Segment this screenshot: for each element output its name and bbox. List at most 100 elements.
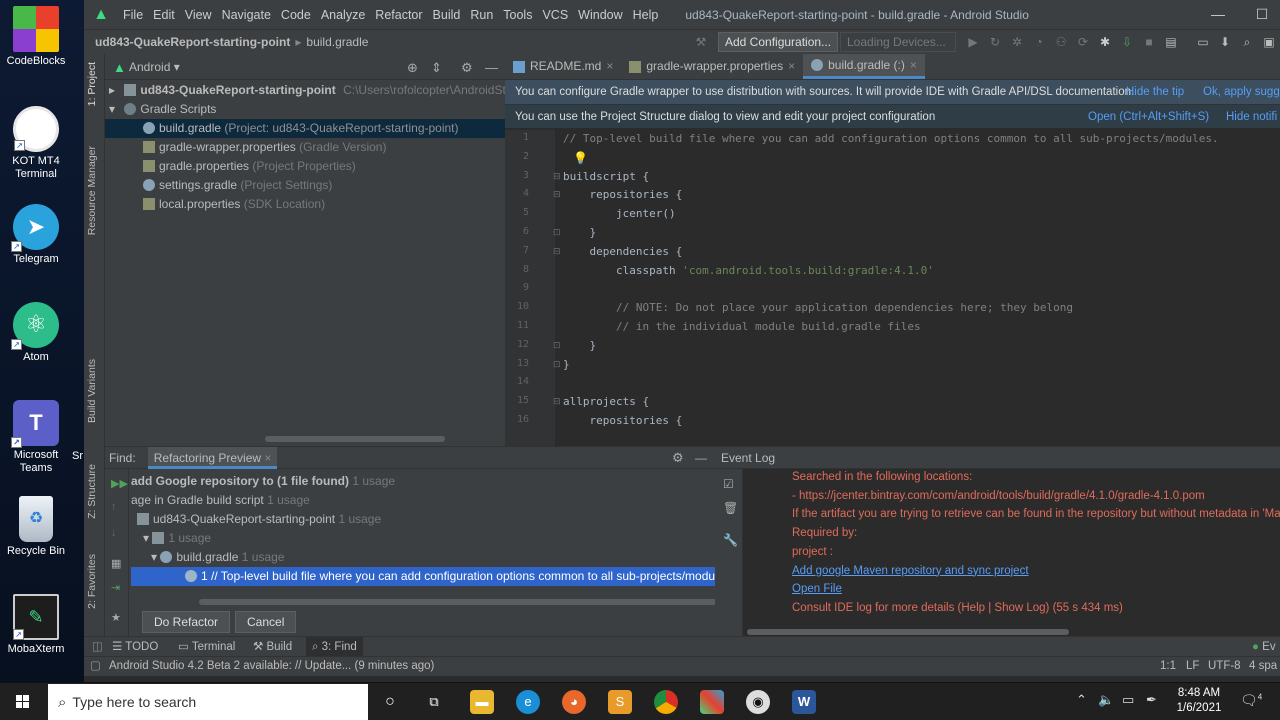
desktop-icon-mobaxterm[interactable]: ✎ ↗ MobaXterm <box>0 594 72 656</box>
lightbulb-icon[interactable]: 💡 <box>573 151 588 165</box>
find-result-file[interactable]: ▾ build.gradle 1 usage <box>151 548 284 567</box>
file-explorer-icon[interactable]: ▬ <box>470 690 494 714</box>
menu-help[interactable]: Help <box>628 8 664 22</box>
menu-tools[interactable]: Tools <box>498 8 537 22</box>
menu-run[interactable]: Run <box>465 8 498 22</box>
tree-item-gradle-scripts[interactable]: ▾ Gradle Scripts <box>105 100 505 119</box>
code-line[interactable]: jcenter() <box>563 207 676 220</box>
close-icon[interactable]: × <box>910 54 917 76</box>
debug-icon[interactable]: ✲ <box>1010 35 1024 49</box>
tool-build[interactable]: ⚒ Build <box>253 637 292 657</box>
debug-bug-icon[interactable]: ✱ <box>1098 35 1112 49</box>
tab-gradle-wrapper[interactable]: gradle-wrapper.properties × <box>621 54 803 79</box>
fold-marker-icon[interactable]: ⊟ <box>553 246 563 257</box>
gear-icon[interactable]: ⚙ <box>461 60 473 76</box>
menu-code[interactable]: Code <box>276 8 316 22</box>
desktop-icon-teams[interactable]: T ↗ Microsoft Teams <box>0 400 72 475</box>
close-icon[interactable]: × <box>788 54 795 79</box>
tree-item-gradle-properties[interactable]: gradle.properties (Project Properties) <box>105 157 505 176</box>
event-log-link[interactable]: Open File <box>792 583 842 595</box>
find-result-module[interactable]: ud843-QuakeReport-starting-point 1 usage <box>137 510 381 529</box>
previous-occurrence-icon[interactable]: ↑ <box>111 501 117 513</box>
gear-icon[interactable]: ⚙ <box>672 450 684 466</box>
pen-icon[interactable]: ✒ <box>1146 692 1157 708</box>
chevron-up-icon[interactable]: ⌃ <box>1076 692 1087 708</box>
trash-icon[interactable]: 🗑 <box>723 501 738 515</box>
fold-marker-icon[interactable]: ⊡ <box>553 359 563 370</box>
rerun-icon[interactable]: ↻ <box>988 35 1002 49</box>
rerun-icon[interactable]: ▶▶ <box>111 477 128 490</box>
edge-icon[interactable]: e <box>516 690 540 714</box>
menu-file[interactable]: File <box>118 8 148 22</box>
add-configuration-button[interactable]: Add Configuration... <box>718 32 839 52</box>
desktop-icon-kot-mt4[interactable]: ↗ KOT MT4 Terminal <box>0 106 72 181</box>
fold-marker-icon[interactable]: ⊡ <box>553 340 563 351</box>
tab-structure[interactable]: Z: Structure <box>86 464 98 519</box>
event-log-link[interactable]: Add google Maven repository and sync pro… <box>792 565 1029 577</box>
device-selector[interactable]: Loading Devices... ▾ <box>840 32 956 67</box>
tool-windows-icon[interactable]: ◫ <box>92 637 103 657</box>
tree-item-build-gradle[interactable]: build.gradle (Project: ud843-QuakeReport… <box>105 119 505 138</box>
word-icon[interactable]: W <box>792 690 816 714</box>
fold-marker-icon[interactable]: ⊟ <box>553 171 563 182</box>
menu-vcs[interactable]: VCS <box>537 8 573 22</box>
code-line[interactable]: } <box>563 226 596 239</box>
apply-changes-icon[interactable]: ⟳ <box>1076 35 1090 49</box>
tree-item-local-properties[interactable]: local.properties (SDK Location) <box>105 195 505 214</box>
code-line[interactable]: } <box>563 339 596 352</box>
horizontal-scrollbar[interactable] <box>747 629 1069 635</box>
do-refactor-button[interactable]: Do Refactor <box>142 611 231 633</box>
horizontal-scrollbar[interactable] <box>199 599 735 605</box>
menu-refactor[interactable]: Refactor <box>370 8 427 22</box>
code-line[interactable]: allprojects { <box>563 395 649 408</box>
search-everywhere-icon[interactable]: ⌕ <box>1240 35 1254 49</box>
tree-item-settings-gradle[interactable]: settings.gradle (Project Settings) <box>105 176 505 195</box>
find-result-category[interactable]: age in Gradle build script 1 usage <box>131 491 310 510</box>
sync-gradle-icon[interactable]: ⇩ <box>1120 35 1134 49</box>
sdk-manager-icon[interactable]: ⬇ <box>1218 35 1232 49</box>
run-icon[interactable]: ▶ <box>966 35 980 49</box>
hide-panel-icon[interactable]: — <box>485 60 498 75</box>
tool-event-log[interactable]: ● Ev <box>1252 637 1276 657</box>
profile-icon[interactable]: ◔ <box>1032 35 1046 49</box>
group-by-icon[interactable]: ▦ <box>111 557 121 570</box>
system-clock[interactable]: 8:48 AM 1/6/2021 <box>1168 686 1230 716</box>
find-result-usage[interactable]: 1 // Top-level build file where you can … <box>131 567 734 586</box>
tab-favorites[interactable]: 2: Favorites <box>86 554 98 609</box>
indent-setting[interactable]: 4 spa <box>1249 657 1277 676</box>
tab-build-gradle[interactable]: build.gradle (:) × <box>803 54 925 79</box>
device-manager-icon[interactable]: ▭ <box>1196 35 1210 49</box>
fold-marker-icon[interactable]: ⊟ <box>553 189 563 200</box>
desktop-icon-atom[interactable]: ⚛ ↗ Atom <box>0 302 72 364</box>
tree-item-gradle-wrapper[interactable]: gradle-wrapper.properties (Gradle Versio… <box>105 138 505 157</box>
tab-resource-manager[interactable]: Resource Manager <box>86 146 98 235</box>
code-line[interactable]: // Top-level build file where you can ad… <box>563 132 1219 145</box>
start-button[interactable] <box>0 683 46 720</box>
firefox-icon[interactable]: ◕ <box>562 690 586 714</box>
locate-icon[interactable]: ⊕ <box>407 60 418 76</box>
code-line[interactable]: buildscript { <box>563 170 649 183</box>
obs-icon[interactable]: ◉ <box>746 690 770 714</box>
apply-suggestion-link[interactable]: Ok, apply sugg <box>1203 80 1280 104</box>
attach-debugger-icon[interactable]: ⚇ <box>1054 35 1068 49</box>
close-icon[interactable]: × <box>606 54 613 79</box>
battery-icon[interactable]: ▭ <box>1122 692 1134 708</box>
notification-icon[interactable]: 🗨4 <box>1240 692 1262 709</box>
hide-panel-icon[interactable]: — <box>695 451 707 465</box>
find-result-folder[interactable]: ▾ 1 usage <box>143 529 211 548</box>
volume-icon[interactable]: 🔈 <box>1098 692 1114 708</box>
code-line[interactable]: dependencies { <box>563 245 682 258</box>
mark-read-icon[interactable]: ☑ <box>723 477 734 491</box>
cortana-icon[interactable]: ○ <box>378 690 402 714</box>
tab-refactoring-preview[interactable]: Refactoring Preview × <box>147 446 278 469</box>
horizontal-scrollbar[interactable] <box>265 436 445 442</box>
tab-readme[interactable]: README.md × <box>505 54 621 79</box>
fold-marker-icon[interactable]: ⊟ <box>553 396 563 407</box>
menu-analyze[interactable]: Analyze <box>316 8 370 22</box>
layout-inspector-icon[interactable]: ▣ <box>1262 35 1276 49</box>
android-studio-taskbar-icon[interactable] <box>700 690 724 714</box>
tab-project[interactable]: 1: Project <box>86 62 98 106</box>
maximize-button[interactable]: ☐ <box>1240 0 1280 29</box>
sublime-text-icon[interactable]: S <box>608 690 632 714</box>
code-line[interactable]: // in the individual module build.gradle… <box>563 320 921 333</box>
